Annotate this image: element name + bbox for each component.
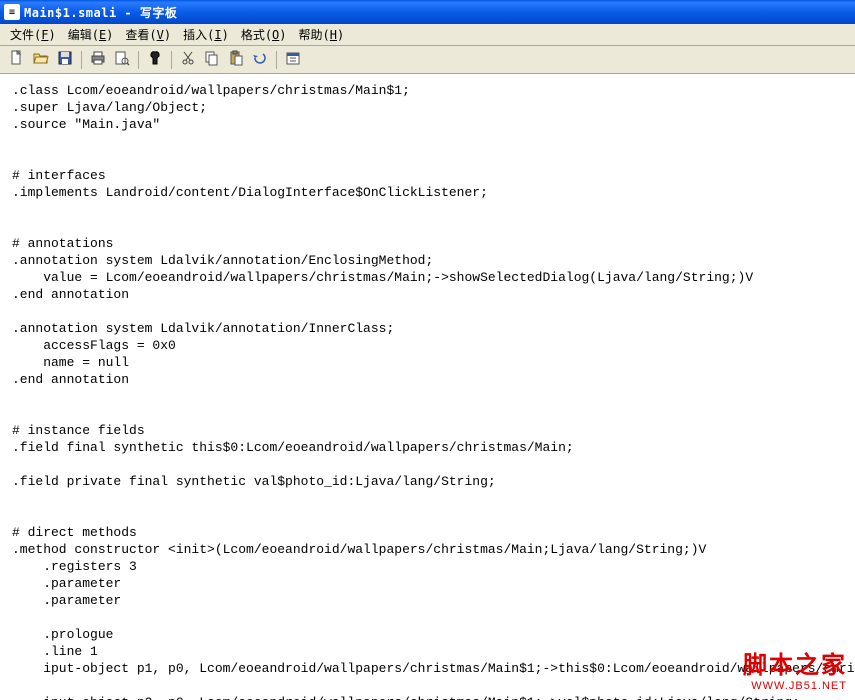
- copy-button[interactable]: [201, 49, 223, 71]
- toolbar-separator: [138, 51, 139, 69]
- app-icon: ≡: [4, 4, 20, 20]
- print-preview-button[interactable]: [111, 49, 133, 71]
- window-title: Main$1.smali - 写字板: [24, 4, 177, 21]
- find-button[interactable]: [144, 49, 166, 71]
- menu-f[interactable]: 文件(F): [4, 24, 62, 45]
- save-icon: [57, 50, 73, 69]
- menu-o[interactable]: 格式(O): [235, 24, 293, 45]
- toolbar-separator: [171, 51, 172, 69]
- toolbar-separator: [81, 51, 82, 69]
- open-icon: [33, 50, 49, 69]
- new-button[interactable]: [6, 49, 28, 71]
- paste-icon: [228, 50, 244, 69]
- cut-button[interactable]: [177, 49, 199, 71]
- find-icon: [147, 50, 163, 69]
- toolbar-separator: [276, 51, 277, 69]
- print-button[interactable]: [87, 49, 109, 71]
- menu-v[interactable]: 查看(V): [119, 24, 177, 45]
- cut-icon: [180, 50, 196, 69]
- menu-h[interactable]: 帮助(H): [293, 24, 351, 45]
- menu-e[interactable]: 编辑(E): [62, 24, 120, 45]
- document-content[interactable]: .class Lcom/eoeandroid/wallpapers/christ…: [0, 74, 855, 700]
- datetime-button[interactable]: [282, 49, 304, 71]
- print-icon: [90, 50, 106, 69]
- menubar: 文件(F)编辑(E)查看(V)插入(I)格式(O)帮助(H): [0, 24, 855, 46]
- paste-button[interactable]: [225, 49, 247, 71]
- copy-icon: [204, 50, 220, 69]
- menu-i[interactable]: 插入(I): [177, 24, 235, 45]
- datetime-icon: [285, 50, 301, 69]
- toolbar: [0, 46, 855, 74]
- undo-button[interactable]: [249, 49, 271, 71]
- titlebar[interactable]: ≡ Main$1.smali - 写字板: [0, 0, 855, 24]
- print-preview-icon: [114, 50, 130, 69]
- save-button[interactable]: [54, 49, 76, 71]
- open-button[interactable]: [30, 49, 52, 71]
- undo-icon: [252, 50, 268, 69]
- new-icon: [9, 50, 25, 69]
